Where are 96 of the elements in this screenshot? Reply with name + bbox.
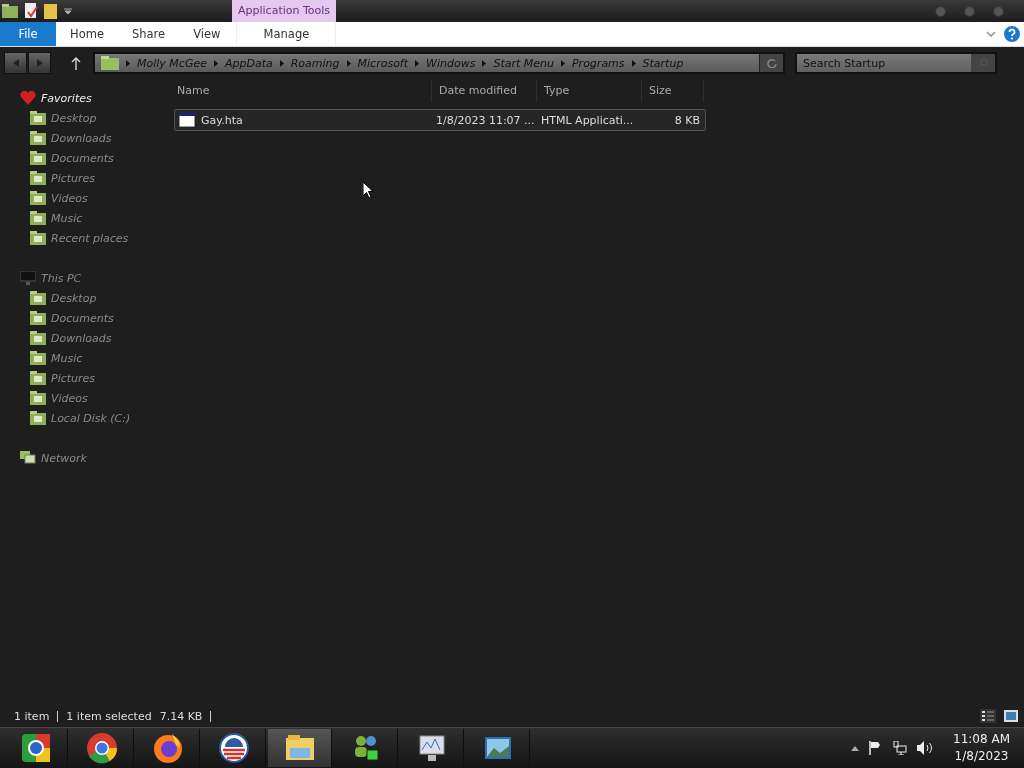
clock-date: 1/8/2023 [954,748,1009,765]
sidebar-item[interactable]: Music [0,208,168,228]
browser-logo-icon [19,732,52,764]
column-header[interactable]: Name [170,80,432,102]
forward-button[interactable] [28,52,51,74]
back-button[interactable] [4,52,27,74]
column-header[interactable]: Size [642,80,704,102]
browser-logo-icon [85,732,118,764]
monitor-icon [20,271,36,285]
sidebar-item[interactable]: Videos [0,388,168,408]
document-icon[interactable] [24,3,38,19]
sidebar-item[interactable]: Desktop [0,108,168,128]
folder-icon [30,131,46,145]
search-field[interactable]: Search Startup [795,52,997,74]
sidebar-item[interactable]: Music [0,348,168,368]
column-header[interactable]: Date modified [432,80,537,102]
chevron-icon[interactable] [986,30,996,38]
taskbar-button[interactable] [268,729,332,767]
sidebar-item[interactable]: Documents [0,308,168,328]
folder-icon [101,56,119,70]
network-icon[interactable] [893,741,908,755]
folder-icon [30,311,46,325]
logo-icon [217,732,250,764]
speaker-icon[interactable] [917,741,934,755]
sidebar-item[interactable]: Local Disk (C:) [0,408,168,428]
sidebar-item[interactable]: Desktop [0,288,168,308]
sidebar-group[interactable]: This PC [0,268,168,288]
status-text: 1 item selected [66,709,152,723]
network-icon [20,451,36,465]
folder-icon [30,231,46,245]
help-icon[interactable] [1004,26,1020,42]
breadcrumb[interactable]: Windows [426,56,476,70]
sidebar-item[interactable]: Videos [0,188,168,208]
breadcrumb-arrow-icon [346,59,351,67]
folder-icon [30,191,46,205]
context-tab-header: Application Tools [232,0,337,22]
details-view-icon[interactable] [980,709,996,723]
folder-icon [30,411,46,425]
folder-icon [30,111,46,125]
breadcrumb-arrow-icon [279,59,284,67]
file-name: Gay.hta [201,113,243,127]
address-field[interactable]: Molly McGee AppData Roaming Microsoft Windows Start Menu Programs Startup [93,52,785,74]
folder-icon [30,211,46,225]
breadcrumb[interactable]: Start Menu [493,56,554,70]
breadcrumb[interactable]: Microsoft [357,56,409,70]
forward-arrow-icon [36,59,43,67]
refresh-icon [766,58,777,68]
breadcrumb-arrow-icon [561,59,565,67]
folder-icon [30,371,46,385]
refresh-button[interactable] [759,54,783,72]
folder-icon[interactable] [44,3,58,19]
breadcrumb-arrow-icon [415,59,420,67]
breadcrumb-arrow-icon [482,59,487,67]
folder-icon [30,351,46,365]
status-text: 1 item [14,709,50,723]
sidebar-item[interactable]: Downloads [0,328,168,348]
heart-icon [20,91,36,105]
clock-time: 11:08 AM [953,731,1010,748]
folder-icon[interactable] [2,4,18,18]
sidebar-group[interactable]: Network [0,448,168,468]
folder-icon [30,171,46,185]
breadcrumb[interactable]: Programs [572,56,625,70]
table-cell-text: HTML Applicati... [540,113,635,127]
folder-icon [30,151,46,165]
folder-icon [30,291,46,305]
show-hidden-icons-icon[interactable] [851,745,860,751]
breadcrumb-arrow-icon [213,59,218,67]
breadcrumb[interactable]: AppData [224,56,273,70]
ribbon-tab[interactable]: Manage [236,22,337,46]
ribbon-tab[interactable]: File [0,22,56,46]
sidebar-item[interactable]: Pictures [0,168,168,188]
breadcrumb-arrow-icon [631,59,636,67]
browser-logo-icon [151,732,184,764]
sidebar-item[interactable]: Documents [0,148,168,168]
table-cell-text: 1/8/2023 11:07 ... [435,113,536,127]
large-icons-view-icon[interactable] [1004,710,1018,722]
column-header[interactable]: Type [537,80,642,102]
up-arrow-icon[interactable] [71,56,81,70]
breadcrumb-arrow-icon [126,59,130,67]
caret-icon[interactable] [64,7,72,15]
folder-icon [30,331,46,345]
mouse-cursor-icon [363,182,373,198]
breadcrumb[interactable]: Startup [642,56,684,70]
status-text: 7.14 KB [159,709,203,723]
sidebar-item[interactable]: Pictures [0,368,168,388]
folder-icon [30,391,46,405]
back-arrow-icon [12,59,19,67]
sidebar-item[interactable]: Recent places [0,228,168,248]
file-row[interactable]: Gay.hta 1/8/2023 11:07 ... HTML Applicati... 8 KB [174,109,706,131]
application-window-icon [179,113,195,127]
sidebar-item[interactable]: Downloads [0,128,168,148]
breadcrumb[interactable]: Molly McGee [137,56,207,70]
table-cell-text: 8 KB [673,113,701,127]
sidebar-group[interactable]: Favorites [0,88,168,108]
clock[interactable]: 11:08 AM 1/8/2023 [953,731,1010,765]
breadcrumb[interactable]: Roaming [290,56,340,70]
